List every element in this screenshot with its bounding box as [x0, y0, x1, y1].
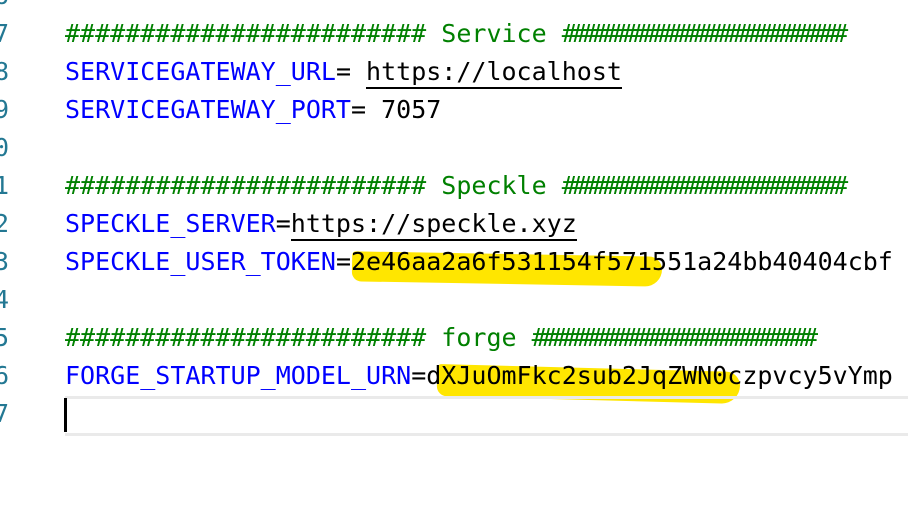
env-key: SPECKLE_USER_TOKEN: [65, 247, 336, 276]
line-number: 2: [0, 209, 10, 238]
section-label: Service: [441, 19, 547, 48]
line-number: 3: [0, 247, 10, 276]
equals: =: [411, 361, 427, 390]
current-line-highlight[interactable]: [65, 396, 908, 436]
section-label: forge: [441, 323, 517, 352]
env-value: dXJuOmFkc2sub2JqZWN0czpvcy5vYmp: [426, 361, 893, 390]
url-link[interactable]: https://localhost: [366, 57, 622, 89]
env-key: SERVICEGATEWAY_PORT: [65, 95, 351, 124]
line-number: 8: [0, 57, 10, 86]
line-number: 7: [0, 19, 10, 48]
comment-hashes: ############################: [561, 19, 848, 48]
section-label: Speckle: [441, 171, 547, 200]
editor-line-gateway-url[interactable]: SERVICEGATEWAY_URL= https://localhost: [65, 53, 622, 91]
env-key: SPECKLE_SERVER: [65, 209, 276, 238]
editor-line-gateway-port[interactable]: SERVICEGATEWAY_PORT= 7057: [65, 91, 441, 129]
env-key: SERVICEGATEWAY_URL: [65, 57, 336, 86]
line-number: 6: [0, 0, 14, 15]
equals: =: [275, 209, 291, 238]
line-number: 7: [0, 399, 10, 428]
line-number: 0: [0, 133, 10, 162]
equals: =: [335, 247, 351, 276]
comment-hashes: ############################: [561, 171, 848, 200]
comment-hashes: ############################: [531, 323, 818, 352]
comment-hashes: ########################: [65, 323, 427, 352]
line-number: 6: [0, 361, 10, 390]
editor-line-speckle-header[interactable]: ######################## Speckle #######…: [65, 167, 848, 205]
comment-hashes: ########################: [65, 171, 427, 200]
equals: =: [335, 57, 367, 86]
line-number: 5: [0, 323, 10, 352]
equals: =: [350, 95, 382, 124]
editor-line-speckle-server[interactable]: SPECKLE_SERVER=https://speckle.xyz: [65, 205, 577, 243]
editor-line-forge-urn[interactable]: FORGE_STARTUP_MODEL_URN=dXJuOmFkc2sub2Jq…: [65, 357, 893, 395]
env-value: 2e46aa2a6f531154f571551a24bb40404cbf: [351, 247, 893, 276]
env-key: FORGE_STARTUP_MODEL_URN: [65, 361, 412, 390]
line-number: 1: [0, 171, 10, 200]
editor-line-service-header[interactable]: ######################## Service #######…: [65, 15, 848, 53]
env-value: 7057: [381, 95, 442, 124]
url-link[interactable]: https://speckle.xyz: [290, 209, 577, 241]
comment-hashes: ########################: [65, 19, 427, 48]
text-cursor: [64, 398, 67, 432]
editor-line-forge-header[interactable]: ######################## forge #########…: [65, 319, 818, 357]
line-number: 4: [0, 285, 10, 314]
line-number: 9: [0, 95, 10, 124]
editor-line-speckle-token[interactable]: SPECKLE_USER_TOKEN=2e46aa2a6f531154f5715…: [65, 243, 893, 281]
